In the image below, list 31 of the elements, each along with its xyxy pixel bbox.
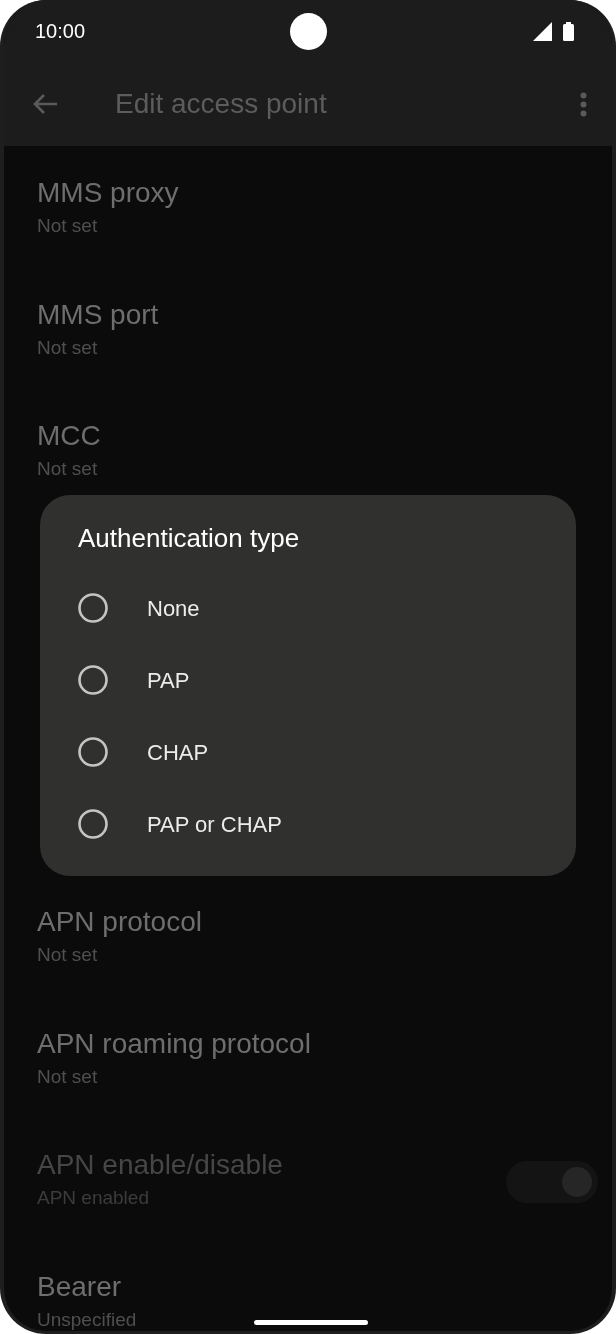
radio-option-label[interactable]: CHAP bbox=[147, 735, 209, 769]
radio-option-label[interactable]: PAP bbox=[147, 663, 190, 697]
setting-title: APN roaming protocol bbox=[37, 1026, 311, 1061]
setting-title: APN enable/disable bbox=[37, 1148, 283, 1182]
setting-summary: Not set bbox=[37, 457, 99, 481]
radio-button-icon[interactable] bbox=[78, 593, 108, 623]
setting-title: MMS proxy bbox=[37, 176, 179, 210]
more-vertical-icon bbox=[579, 91, 587, 117]
battery-icon bbox=[563, 21, 574, 41]
signal-icon bbox=[533, 21, 552, 41]
toggle-thumb bbox=[562, 1167, 592, 1197]
setting-summary: Not set bbox=[37, 1064, 99, 1089]
setting-title: Bearer bbox=[37, 1269, 123, 1304]
camera-hole-icon bbox=[290, 13, 327, 50]
more-options-button[interactable] bbox=[578, 91, 588, 117]
setting-title: MCC bbox=[37, 419, 101, 453]
status-time: 10:00 bbox=[35, 19, 86, 44]
setting-title: APN protocol bbox=[37, 905, 202, 939]
setting-summary: Not set bbox=[37, 943, 99, 967]
page-title: Edit access point bbox=[115, 87, 327, 121]
setting-summary: Unspecified bbox=[37, 1307, 137, 1331]
radio-button-icon[interactable] bbox=[78, 737, 108, 767]
setting-title: MMS port bbox=[37, 297, 159, 332]
radio-option-label[interactable]: None bbox=[147, 591, 200, 625]
dialog-title: Authentication type bbox=[78, 522, 300, 554]
radio-option-label[interactable]: PAP or CHAP bbox=[147, 807, 282, 841]
radio-button-icon[interactable] bbox=[78, 665, 108, 695]
back-arrow-icon bbox=[32, 93, 58, 115]
setting-summary: Not set bbox=[37, 335, 99, 360]
setting-summary: Not set bbox=[37, 214, 99, 238]
radio-button-icon[interactable] bbox=[78, 809, 108, 839]
